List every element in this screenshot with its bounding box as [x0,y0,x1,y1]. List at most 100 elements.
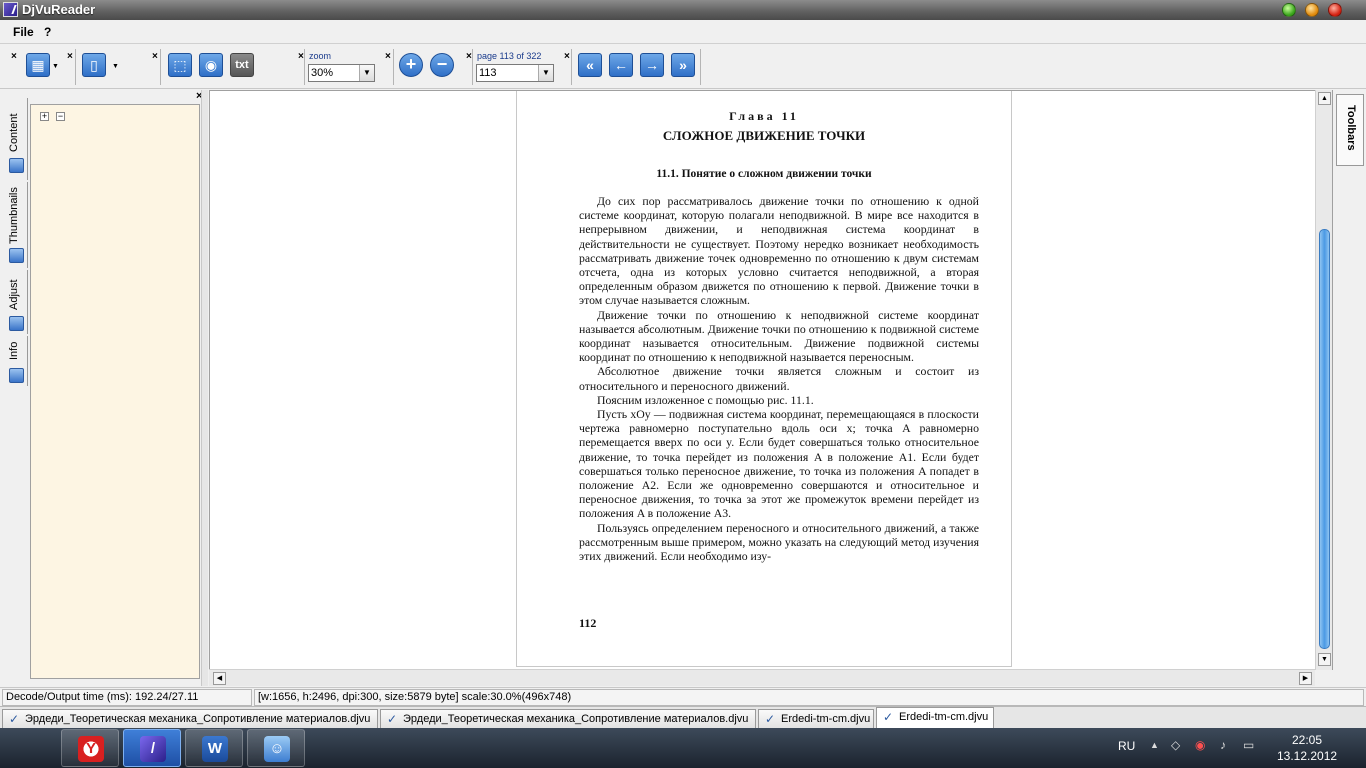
word-icon: W [202,736,228,762]
scroll-up-icon[interactable]: ▲ [1318,92,1331,105]
zoom-select[interactable]: 30% ▼ [308,64,375,82]
sidebar: × Content Thumbnails Adjust Info + − [0,90,208,686]
doc-tab[interactable]: ✓ Erdedi-tm-cm.djvu [758,709,874,729]
doc-tab[interactable]: ✓ Эрдеди_Теоретическая механика_Сопротив… [2,709,378,729]
document-page: Глава 11 СЛОЖНОЕ ДВИЖЕНИЕ ТОЧКИ 11.1. По… [516,91,1012,667]
vertical-scrollbar[interactable]: ▲ ▼ [1315,90,1332,670]
chevron-down-icon[interactable]: ▼ [112,63,119,70]
check-icon: ✓ [883,710,894,724]
sidebar-tabs: Content Thumbnails Adjust Info [6,98,28,678]
toolbar-close-icon[interactable]: × [67,52,73,62]
scroll-right-icon[interactable]: ▶ [1299,672,1312,685]
language-indicator[interactable]: RU [1118,739,1135,753]
collapse-all-icon[interactable]: − [56,112,65,121]
toolbars-panel: Toolbars [1334,90,1366,686]
zoom-out-button[interactable]: − [430,53,454,77]
maximize-button[interactable] [1282,3,1296,17]
taskbar-yandex-browser[interactable]: Y [61,729,119,767]
toolbar-close-icon[interactable]: × [298,52,304,62]
page-info: [w:1656, h:2496, dpi:300, size:5879 byte… [254,689,1364,706]
status-bar: Decode/Output time (ms): 192.24/27.11 [w… [0,687,1366,706]
toolbar-close-icon[interactable]: × [385,52,391,62]
paragraph: Пусть xOy — подвижная система координат,… [579,407,979,521]
menu-file[interactable]: File [13,25,34,39]
chapter-number: Глава 11 [729,109,799,123]
toolbar-close-icon[interactable]: × [11,52,17,62]
taskbar-finder[interactable]: ☺ [247,729,305,767]
tab-label: Info [8,341,20,360]
volume-icon[interactable]: ♪ [1220,738,1226,752]
layout-button[interactable]: ▦ [26,53,50,77]
toolbars-tab[interactable]: Toolbars [1336,94,1364,166]
chevron-down-icon[interactable]: ▼ [52,63,59,70]
scroll-thumb[interactable] [1319,229,1330,649]
tab-label: Thumbnails [8,187,20,244]
page-select[interactable]: 113 ▼ [476,64,554,82]
content-tree[interactable]: + − [30,104,200,679]
menu-bar: File ? [0,20,1366,44]
minimize-button[interactable] [1305,3,1319,17]
paragraph: Абсолютное движение точки является сложн… [579,364,979,393]
doc-tab[interactable]: ✓ Эрдеди_Теоретическая механика_Сопротив… [380,709,756,729]
doc-tab-active[interactable]: ✓ Erdedi-tm-cm.djvu [876,707,994,729]
chevron-down-icon[interactable]: ▼ [538,65,553,81]
toolbar-close-icon[interactable]: × [152,52,158,62]
doc-tab-label: Erdedi-tm-cm.djvu [781,713,871,725]
scroll-down-icon[interactable]: ▼ [1318,653,1331,666]
doc-tab-label: Эрдеди_Теоретическая механика_Сопротивле… [403,713,749,725]
previous-page-button[interactable]: ← [609,53,633,77]
paragraph: Поясним изложенное с помощью рис. 11.1. [597,392,814,407]
network-icon[interactable]: ◇ [1171,738,1180,752]
scroll-left-icon[interactable]: ◀ [213,672,226,685]
first-page-button[interactable]: « [578,53,602,77]
text-mode-button[interactable]: txt [230,53,254,77]
info-icon [9,368,24,383]
check-icon: ✓ [387,712,398,726]
last-page-button[interactable]: » [671,53,695,77]
menu-help[interactable]: ? [44,25,51,39]
decode-time: Decode/Output time (ms): 192.24/27.11 [2,689,252,706]
djvu-reader-icon: / [140,736,166,762]
taskbar: Y / W ☺ RU ▲ ◇ ◉ ♪ ▭ 22:05 13.12.2012 [0,728,1366,768]
zoom-value: 30% [311,67,334,79]
select-region-button[interactable]: ⬚ [168,53,192,77]
document-view[interactable]: Глава 11 СЛОЖНОЕ ДВИЖЕНИЕ ТОЧКИ 11.1. По… [209,90,1333,670]
tab-thumbnails[interactable]: Thumbnails [6,182,28,268]
taskbar-word[interactable]: W [185,729,243,767]
djvu-app-icon [3,2,18,17]
page-body: До сих пор рассматривалось движение точк… [579,194,979,563]
tab-adjust[interactable]: Adjust [6,270,28,334]
yandex-browser-icon: Y [78,736,104,762]
close-button[interactable] [1328,3,1342,17]
tab-info[interactable]: Info [6,336,28,386]
content-icon [9,158,24,173]
page-number: 112 [579,616,597,630]
zoom-in-button[interactable]: + [399,53,423,77]
zoom-label: zoom [309,51,332,61]
expand-all-icon[interactable]: + [40,112,49,121]
image-mode-button[interactable]: ◉ [199,53,223,77]
page-value: 113 [479,67,497,79]
toolbars-label: Toolbars [1345,105,1357,151]
finder-icon: ☺ [264,736,290,762]
check-icon: ✓ [9,712,20,726]
sidebar-splitter[interactable] [201,90,208,686]
title-bar: DjVuReader [0,0,1366,20]
battery-icon[interactable]: ▭ [1243,738,1254,752]
chevron-down-icon[interactable]: ▼ [359,65,374,81]
toolbar-close-icon[interactable]: × [564,52,570,62]
tab-content[interactable]: Content [6,98,28,180]
document-tabs: ✓ Эрдеди_Теоретическая механика_Сопротив… [0,706,1366,729]
clock-time[interactable]: 22:05 [1292,733,1322,747]
toolbar-close-icon[interactable]: × [466,52,472,62]
show-hidden-icons-icon[interactable]: ▲ [1150,740,1159,750]
page-mode-button[interactable]: ▯ [82,53,106,77]
antivirus-icon[interactable]: ◉ [1195,738,1205,752]
clock-date[interactable]: 13.12.2012 [1277,749,1337,763]
taskbar-djvureader[interactable]: / [123,729,181,767]
doc-tab-label: Эрдеди_Теоретическая механика_Сопротивле… [25,713,371,725]
next-page-button[interactable]: → [640,53,664,77]
paragraph: До сих пор рассматривалось движение точк… [579,194,979,308]
toolbar: × ▦ ▼ × ▯ ▼ × ⬚ ◉ txt × zoom 30% ▼ × + −… [0,45,1366,89]
horizontal-scrollbar[interactable]: ◀ ▶ [209,669,1315,686]
